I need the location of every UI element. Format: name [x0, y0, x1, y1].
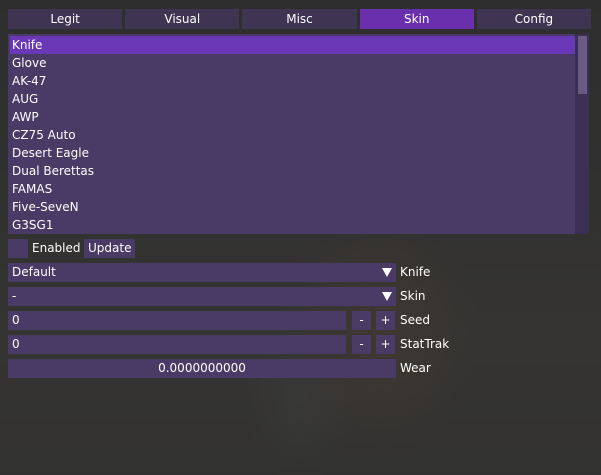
enabled-checkbox[interactable]: [8, 239, 28, 258]
enabled-label: Enabled: [32, 241, 81, 255]
stattrak-label: StatTrak: [400, 337, 450, 351]
stattrak-decrement-button[interactable]: -: [352, 335, 371, 354]
skin-dropdown-arrow[interactable]: [377, 287, 396, 306]
seed-increment-button[interactable]: +: [376, 311, 395, 330]
stattrak-input[interactable]: 0: [8, 335, 346, 354]
list-item-desert-eagle[interactable]: Desert Eagle: [10, 144, 577, 162]
stattrak-increment-button[interactable]: +: [376, 335, 395, 354]
seed-input[interactable]: 0: [8, 311, 346, 330]
chevron-down-icon: [382, 292, 392, 301]
list-item-cz75-auto[interactable]: CZ75 Auto: [10, 126, 577, 144]
tab-misc[interactable]: Misc: [242, 9, 357, 29]
list-item-ak47[interactable]: AK-47: [10, 72, 577, 90]
chevron-down-icon: [382, 268, 392, 277]
skin-window: Legit Visual Misc Skin Config Knife Glov…: [0, 0, 601, 475]
wear-slider[interactable]: 0.0000000000: [8, 359, 396, 378]
update-button[interactable]: Update: [84, 239, 136, 258]
list-item-g3sg1[interactable]: G3SG1: [10, 216, 577, 234]
knife-dropdown-arrow[interactable]: [377, 263, 396, 282]
list-item-dual-berettas[interactable]: Dual Berettas: [10, 162, 577, 180]
tab-skin[interactable]: Skin: [359, 9, 474, 29]
seed-label: Seed: [400, 313, 430, 327]
list-item-famas[interactable]: FAMAS: [10, 180, 577, 198]
wear-label: Wear: [400, 361, 431, 375]
list-item-aug[interactable]: AUG: [10, 90, 577, 108]
list-item-glove[interactable]: Glove: [10, 54, 577, 72]
skin-dropdown-value: -: [12, 289, 17, 303]
tab-config[interactable]: Config: [476, 9, 592, 29]
list-scrollbar[interactable]: [575, 34, 589, 234]
skin-label: Skin: [400, 289, 426, 303]
list-item-awp[interactable]: AWP: [10, 108, 577, 126]
knife-label: Knife: [400, 265, 431, 279]
list-item-five-seven[interactable]: Five-SeveN: [10, 198, 577, 216]
knife-dropdown-value: Default: [12, 265, 56, 279]
knife-dropdown[interactable]: Default: [8, 263, 396, 282]
weapon-listbox[interactable]: Knife Glove AK-47 AUG AWP CZ75 Auto Dese…: [8, 34, 589, 234]
tab-legit[interactable]: Legit: [8, 9, 123, 29]
tab-visual[interactable]: Visual: [125, 9, 240, 29]
seed-decrement-button[interactable]: -: [352, 311, 371, 330]
list-item-knife[interactable]: Knife: [10, 36, 577, 54]
scrollbar-thumb[interactable]: [578, 36, 587, 94]
skin-dropdown[interactable]: -: [8, 287, 396, 306]
tab-bar: Legit Visual Misc Skin Config: [8, 9, 592, 29]
wear-slider-value: 0.0000000000: [158, 361, 246, 375]
